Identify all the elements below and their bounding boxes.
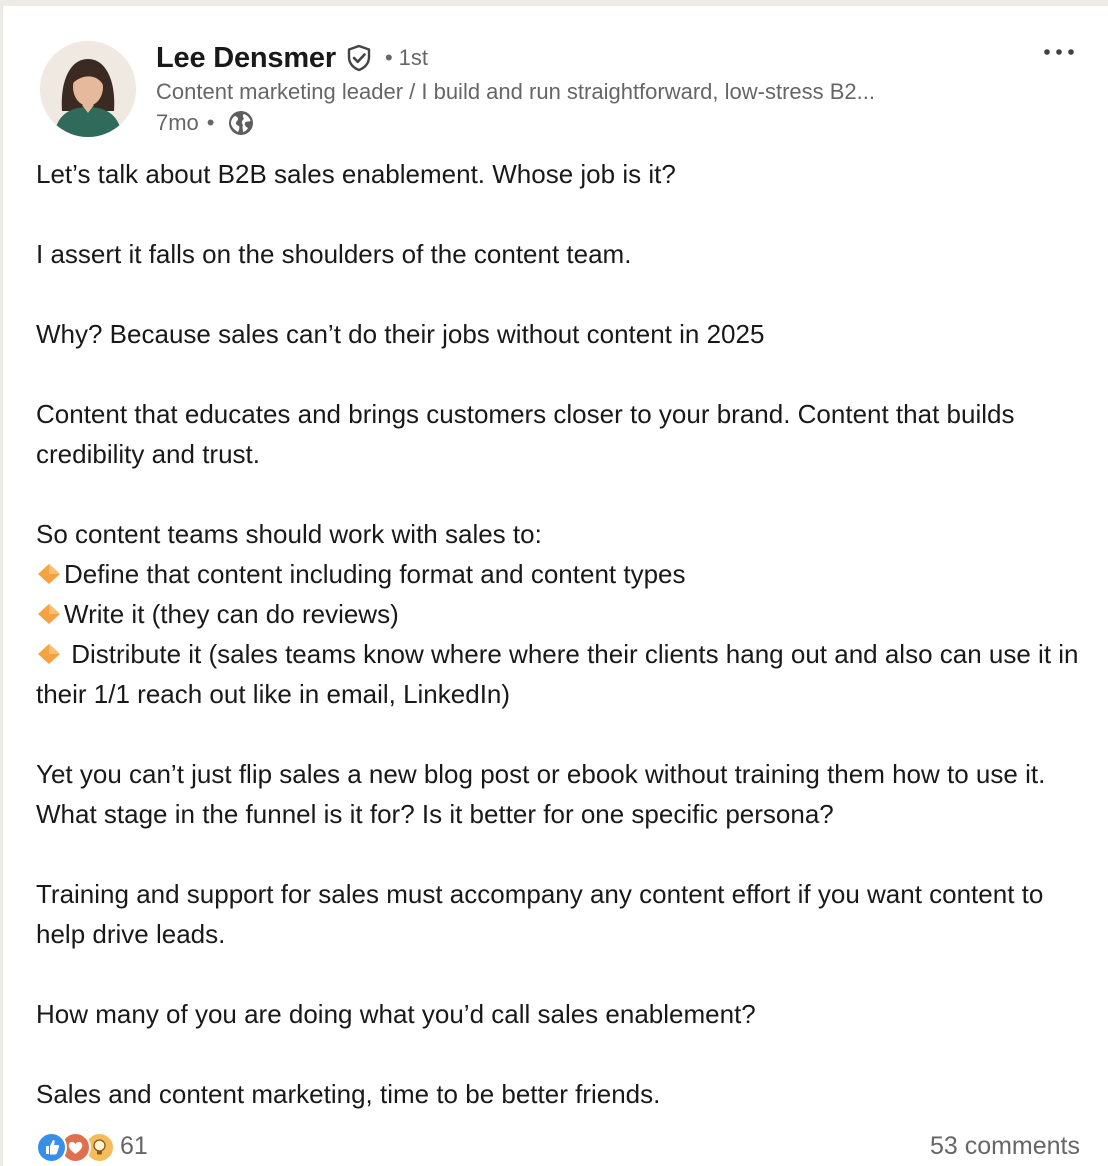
author-avatar[interactable] (40, 41, 136, 137)
author-name-row: Lee Densmer • 1st (156, 36, 428, 80)
post-line: Sales and content marketing, time to be … (36, 1079, 661, 1109)
post-line: So content teams should work with sales … (36, 519, 542, 549)
post-line: Yet you can’t just flip sales a new blog… (36, 759, 1046, 829)
verified-shield-icon (345, 44, 373, 72)
meta-separator: • (206, 110, 215, 135)
bullet-text: Define that content including format and… (64, 559, 686, 589)
avatar-photo (40, 41, 136, 137)
post-line: Let’s talk about B2B sales enablement. W… (36, 159, 676, 189)
author-name[interactable]: Lee Densmer (156, 42, 336, 75)
connection-degree: 1st (398, 45, 429, 70)
post-line: Content that educates and brings custome… (36, 399, 1015, 469)
post-line: Training and support for sales must acco… (36, 879, 1044, 949)
social-counts: 61 53 comments (36, 1126, 1080, 1166)
more-horizontal-icon (1044, 49, 1074, 55)
post-body: Let’s talk about B2B sales enablement. W… (36, 154, 1086, 1114)
post-line: I assert it falls on the shoulders of th… (36, 239, 632, 269)
bullet-item: Write it (they can do reviews) (36, 594, 1086, 634)
post-line: How many of you are doing what you’d cal… (36, 999, 756, 1029)
globe-icon (227, 109, 255, 137)
post-line: Why? Because sales can’t do their jobs w… (36, 319, 765, 349)
bullet-text: Distribute it (sales teams know where wh… (36, 639, 1079, 709)
orange-diamond-icon (36, 642, 64, 666)
reaction-count: 61 (120, 1131, 148, 1160)
more-options-button[interactable] (1037, 36, 1081, 68)
author-headline[interactable]: Content marketing leader / I build and r… (156, 78, 1006, 106)
bullet-item: Define that content including format and… (36, 554, 1086, 594)
bullet-item: Distribute it (sales teams know where wh… (36, 634, 1086, 714)
degree-separator: • (384, 45, 393, 70)
reaction-icons (36, 1131, 116, 1163)
reactions-summary[interactable]: 61 (36, 1131, 148, 1163)
post-card: Lee Densmer • 1st Content marketing lead… (2, 6, 1108, 1166)
post-age: 7mo (156, 110, 199, 135)
bullet-text: Write it (they can do reviews) (64, 599, 399, 629)
comments-count-link[interactable]: 53 comments (930, 1132, 1080, 1161)
orange-diamond-icon (36, 562, 64, 586)
like-icon (36, 1132, 67, 1163)
orange-diamond-icon (36, 602, 64, 626)
post-meta: 7mo • (156, 108, 255, 138)
